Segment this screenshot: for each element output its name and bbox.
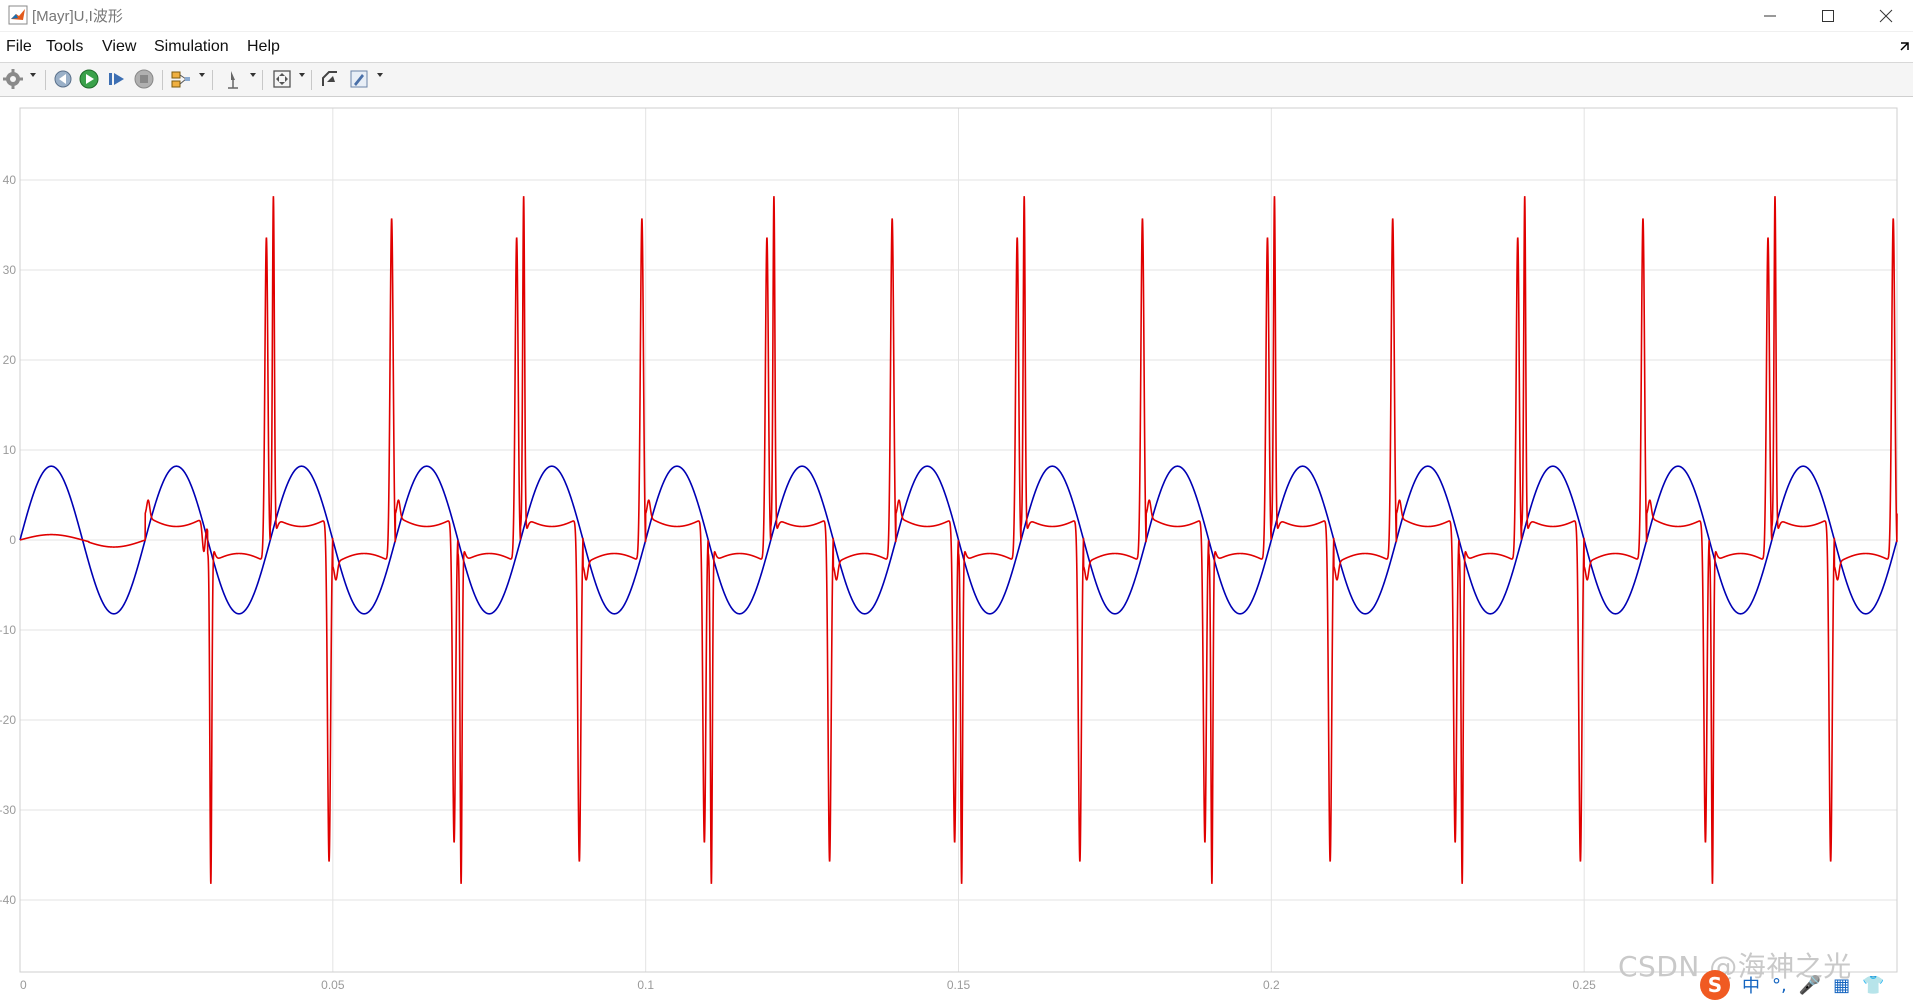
- toolbar-divider: [311, 70, 312, 90]
- cursor-icon: [228, 71, 238, 89]
- chevron-down-icon[interactable]: [377, 73, 383, 77]
- minimize-button[interactable]: [1740, 0, 1800, 31]
- toolbar-divider: [212, 70, 213, 90]
- shirt-icon[interactable]: 👕: [1862, 975, 1884, 996]
- step-back-icon: [54, 70, 72, 88]
- y-tick-label: -20: [0, 713, 16, 727]
- scope-plot[interactable]: 0 0.05 0.1 0.15 0.2 0.25 40 30 20 10 0 -10 -20 -30 -4…: [0, 97, 1913, 998]
- x-tick-label: 0.2: [1263, 978, 1280, 992]
- toolbar-divider: [162, 70, 163, 90]
- x-tick-label: 0.1: [637, 978, 654, 992]
- maximize-button[interactable]: [1798, 0, 1858, 31]
- plot-background: [0, 97, 1913, 998]
- menu-simulation[interactable]: Simulation: [154, 38, 229, 56]
- x-tick-label: 0.15: [947, 978, 971, 992]
- y-tick-label: 40: [3, 173, 17, 187]
- keyboard-icon[interactable]: ▦: [1833, 975, 1850, 996]
- y-tick-label: 0: [9, 533, 16, 547]
- stop-icon: [134, 69, 154, 89]
- style-button[interactable]: [348, 68, 370, 90]
- step-back-button[interactable]: [52, 68, 74, 90]
- restore-icon: [322, 71, 337, 86]
- sogou-logo-icon[interactable]: S: [1700, 970, 1730, 1000]
- x-tick-label: 0.05: [321, 978, 345, 992]
- toolbar-divider: [45, 70, 46, 90]
- menu-help[interactable]: Help: [247, 38, 280, 56]
- ime-toolbar[interactable]: S 中 °, 🎤 ▦ 👕: [1700, 970, 1885, 1000]
- y-tick-label: -30: [0, 803, 16, 817]
- y-tick-label: -40: [0, 893, 16, 907]
- ime-punctuation[interactable]: °,: [1772, 975, 1787, 996]
- y-tick-label: 10: [3, 443, 17, 457]
- style-icon: [350, 70, 368, 88]
- zoom-fit-button[interactable]: [271, 68, 293, 90]
- chevron-down-icon[interactable]: [30, 73, 36, 77]
- chevron-down-icon[interactable]: [250, 73, 256, 77]
- restore-button[interactable]: [319, 68, 341, 90]
- toolbar: [0, 63, 1913, 97]
- y-tick-label: 30: [3, 263, 17, 277]
- undock-icon[interactable]: [1899, 40, 1911, 52]
- gear-icon: [3, 69, 23, 89]
- y-tick-label: -10: [0, 623, 16, 637]
- step-forward-icon: [109, 73, 124, 85]
- menu-tools[interactable]: Tools: [46, 38, 83, 56]
- run-button[interactable]: [78, 68, 100, 90]
- menu-view[interactable]: View: [102, 38, 136, 56]
- x-tick-label: 0: [20, 978, 27, 992]
- close-icon: [1879, 9, 1893, 22]
- highlight-button[interactable]: [170, 68, 192, 90]
- microphone-icon[interactable]: 🎤: [1799, 975, 1821, 996]
- menu-file[interactable]: File: [6, 38, 32, 56]
- chevron-down-icon[interactable]: [299, 73, 305, 77]
- matlab-logo-icon: [8, 5, 28, 25]
- step-forward-button[interactable]: [106, 68, 128, 90]
- toolbar-divider: [262, 70, 263, 90]
- close-button[interactable]: [1856, 0, 1913, 31]
- minimize-icon: [1764, 15, 1776, 16]
- x-tick-label: 0.25: [1572, 978, 1596, 992]
- cursor-measure-button[interactable]: [222, 68, 244, 90]
- zoom-fit-icon: [273, 70, 291, 88]
- ime-language[interactable]: 中: [1742, 972, 1760, 998]
- y-tick-label: 20: [3, 353, 17, 367]
- chevron-down-icon[interactable]: [199, 73, 205, 77]
- maximize-icon: [1822, 9, 1834, 22]
- stop-button[interactable]: [133, 68, 155, 90]
- menu-bar: File Tools View Simulation Help: [0, 32, 1913, 63]
- run-icon: [79, 69, 99, 89]
- window-title: [Mayr]U,I波形: [32, 8, 123, 25]
- configuration-button[interactable]: [2, 68, 24, 90]
- title-bar: [Mayr]U,I波形: [0, 0, 1913, 32]
- highlight-icon: [171, 71, 190, 88]
